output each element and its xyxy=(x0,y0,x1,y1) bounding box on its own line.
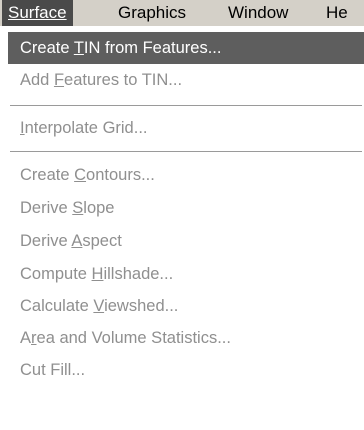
menu-item-accel: A xyxy=(71,232,83,250)
menu-item-create-tin[interactable]: Create TIN from Features... xyxy=(8,32,364,64)
menu-item-accel: V xyxy=(93,297,105,315)
app-window: Surface Graphics Window He Create TIN fr… xyxy=(0,0,364,430)
menu-item-accel: C xyxy=(74,166,87,184)
menu-item-pre: Cut Fill... xyxy=(20,361,86,379)
menu-item-post: ea and Volume Statistics... xyxy=(36,329,231,347)
menu-item-derive-aspect[interactable]: Derive Aspect xyxy=(8,225,364,257)
menu-help-label: He xyxy=(326,3,348,22)
menu-item-interpolate-grid[interactable]: Interpolate Grid... xyxy=(8,112,364,144)
menu-item-accel: T xyxy=(73,39,84,57)
menu-item-pre: A xyxy=(20,329,32,347)
menu-item-pre: Compute xyxy=(20,265,92,283)
menu-bar: Surface Graphics Window He xyxy=(0,0,364,26)
surface-dropdown-menu: Create TIN from Features... Add Features… xyxy=(8,26,364,430)
menu-item-post: ontours... xyxy=(86,166,155,184)
menu-item-add-features[interactable]: Add Features to TIN... xyxy=(8,64,364,96)
menu-window-label: Window xyxy=(228,3,289,22)
menu-item-pre: Derive xyxy=(20,232,72,250)
menu-item-post: illshade... xyxy=(103,265,174,283)
menu-item-calculate-viewshed[interactable]: Calculate Viewshed... xyxy=(8,290,364,322)
menu-item-pre: Calculate xyxy=(20,297,94,315)
menu-separator xyxy=(10,105,362,107)
menu-item-create-contours[interactable]: Create Contours... xyxy=(8,159,364,191)
menu-window[interactable]: Window xyxy=(222,0,294,26)
menu-item-pre: Create xyxy=(20,166,75,184)
menu-item-accel: F xyxy=(53,71,65,89)
menu-item-pre: Add xyxy=(20,71,54,89)
menu-item-area-volume-statistics[interactable]: Area and Volume Statistics... xyxy=(8,322,364,354)
menu-item-post: IN from Features... xyxy=(83,39,222,57)
menu-help[interactable]: He xyxy=(320,0,354,26)
menu-surface[interactable]: Surface xyxy=(2,0,73,26)
menu-item-post: eatures to TIN... xyxy=(64,71,183,89)
menu-item-accel: S xyxy=(72,199,84,217)
menu-separator xyxy=(10,151,362,153)
menu-item-pre: Create xyxy=(20,39,74,57)
menu-surface-accel: Surface xyxy=(8,3,67,22)
menu-item-accel: H xyxy=(91,265,104,283)
menu-item-post: iewshed... xyxy=(104,297,179,315)
menu-item-post: spect xyxy=(82,232,122,250)
menu-item-derive-slope[interactable]: Derive Slope xyxy=(8,192,364,224)
menu-item-post: nterpolate Grid... xyxy=(24,119,148,137)
menu-item-compute-hillshade[interactable]: Compute Hillshade... xyxy=(8,258,364,290)
menu-item-pre: Derive xyxy=(20,199,73,217)
menu-graphics-label: Graphics xyxy=(118,3,187,22)
menu-graphics[interactable]: Graphics xyxy=(112,0,192,26)
menu-item-cut-fill[interactable]: Cut Fill... xyxy=(8,354,364,386)
menu-item-post: lope xyxy=(83,199,115,217)
